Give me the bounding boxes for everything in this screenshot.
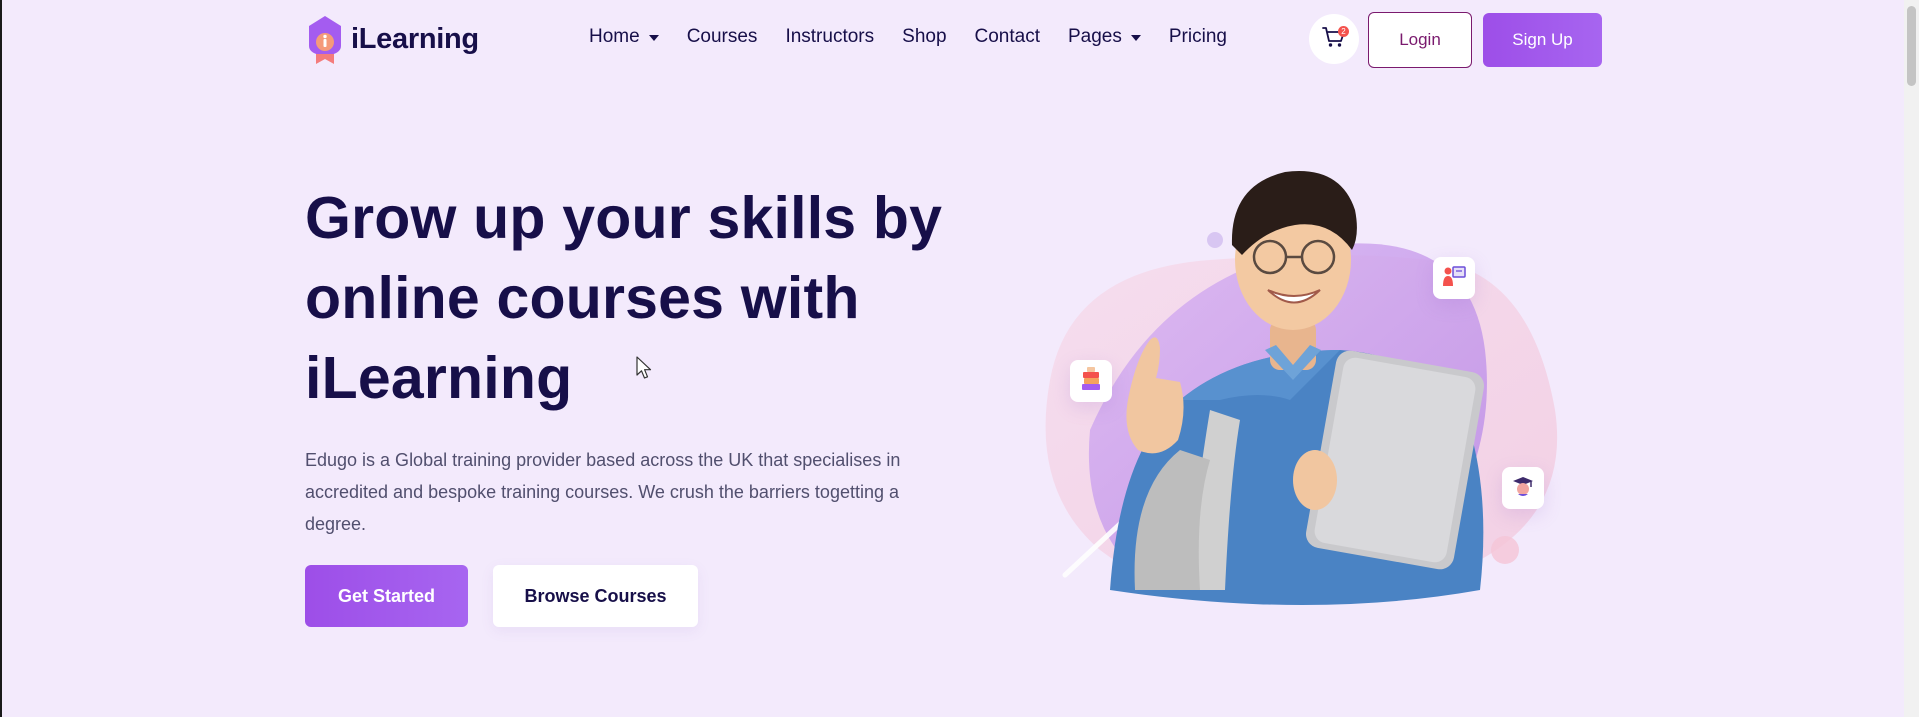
nav-item-label: Pages bbox=[1068, 26, 1122, 47]
graduate-card bbox=[1502, 467, 1544, 509]
nav-item-label: Courses bbox=[686, 26, 758, 47]
nav-item-label: Contact bbox=[974, 26, 1040, 47]
cart-count-badge: 2 bbox=[1338, 26, 1349, 37]
nav-item-label: Shop bbox=[902, 26, 947, 47]
graduate-icon bbox=[1511, 474, 1535, 503]
nav-item-pricing[interactable]: Pricing bbox=[1169, 26, 1227, 48]
main-nav: Home Courses Instructors Shop Contact Pa… bbox=[589, 26, 1227, 48]
cart-button[interactable]: 2 bbox=[1309, 14, 1359, 64]
signup-button[interactable]: Sign Up bbox=[1483, 13, 1602, 67]
nav-item-label: Home bbox=[589, 26, 640, 47]
nav-item-instructors[interactable]: Instructors bbox=[785, 26, 874, 48]
hero-description: Edugo is a Global training provider base… bbox=[305, 450, 901, 534]
get-started-button[interactable]: Get Started bbox=[305, 565, 468, 627]
books-card bbox=[1070, 360, 1112, 402]
login-button[interactable]: Login bbox=[1368, 12, 1472, 68]
window-edge bbox=[0, 0, 2, 717]
logo-icon bbox=[305, 14, 345, 64]
books-icon bbox=[1079, 366, 1103, 397]
logo-text: iLearning bbox=[351, 22, 479, 55]
caret-down-icon bbox=[648, 35, 659, 41]
logo[interactable]: iLearning bbox=[305, 14, 479, 64]
teacher-card bbox=[1433, 257, 1475, 299]
nav-item-label: Instructors bbox=[785, 26, 875, 47]
scrollbar-thumb[interactable] bbox=[1907, 6, 1916, 86]
nav-item-label: Pricing bbox=[1168, 26, 1227, 47]
caret-down-icon bbox=[1130, 35, 1141, 41]
nav-item-contact[interactable]: Contact bbox=[975, 26, 1040, 48]
nav-item-pages[interactable]: Pages bbox=[1068, 26, 1141, 48]
nav-item-home[interactable]: Home bbox=[589, 26, 659, 48]
browse-courses-button[interactable]: Browse Courses bbox=[493, 565, 698, 627]
site-header: iLearning Home Courses Instructors Shop … bbox=[305, 12, 1602, 68]
nav-item-courses[interactable]: Courses bbox=[687, 26, 758, 48]
page-scrollbar[interactable] bbox=[1904, 0, 1919, 717]
mouse-cursor-icon bbox=[636, 356, 654, 385]
hero-illustration bbox=[1010, 150, 1590, 620]
teacher-icon bbox=[1441, 264, 1467, 293]
hero-title: Grow up your skills by online courses wi… bbox=[305, 185, 943, 411]
nav-item-shop[interactable]: Shop bbox=[902, 26, 946, 48]
